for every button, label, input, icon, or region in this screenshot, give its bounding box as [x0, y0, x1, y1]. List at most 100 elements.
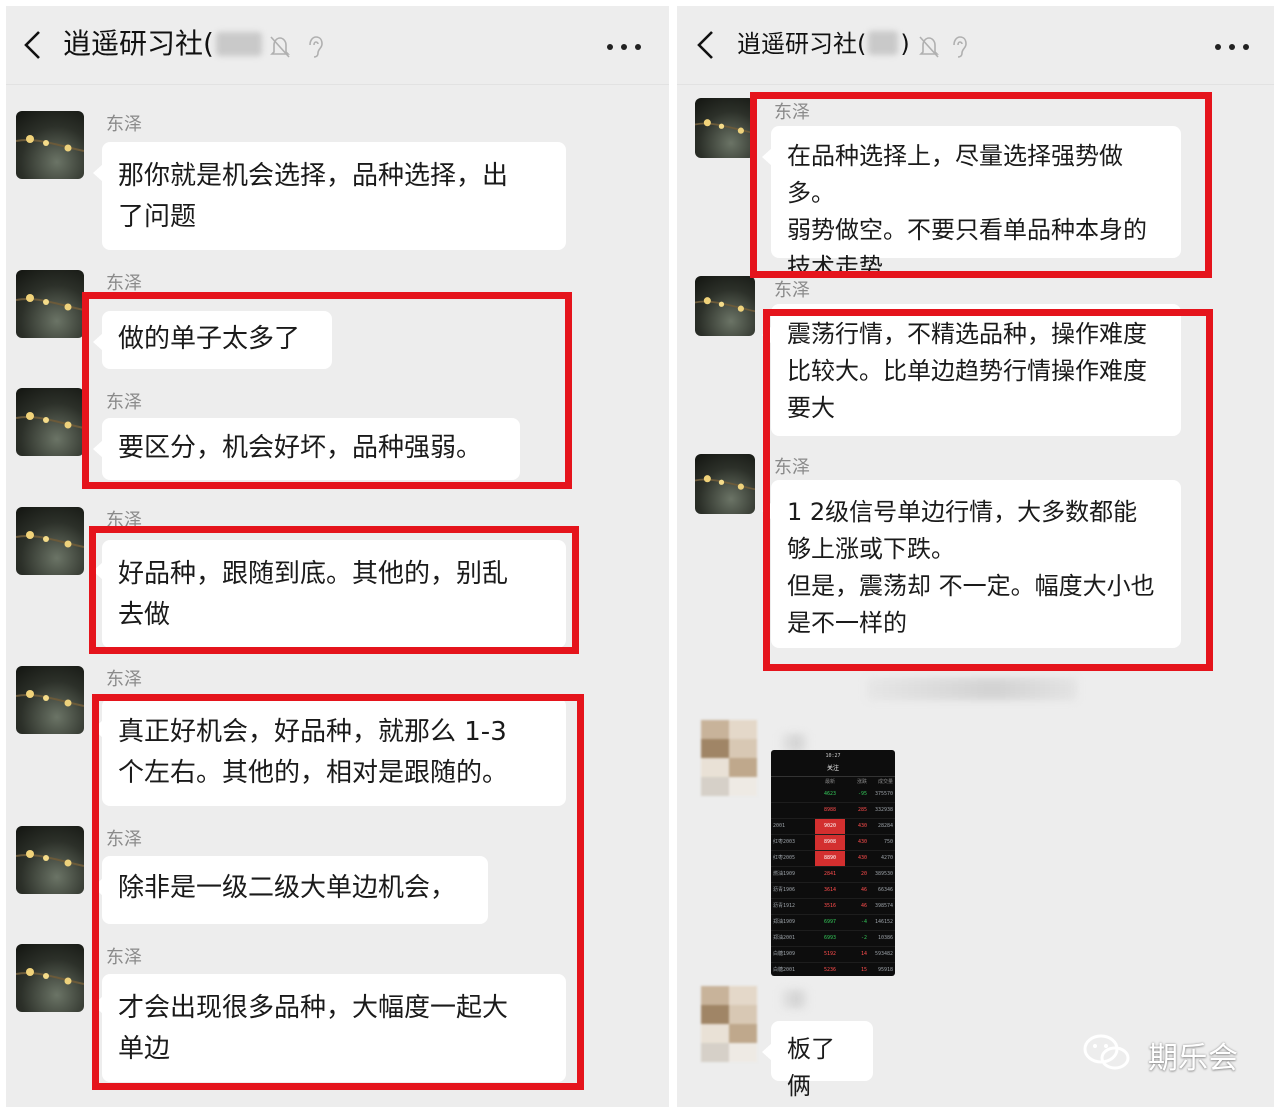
screenshot-title: 关注	[771, 762, 895, 777]
avatar-image	[695, 119, 755, 135]
message-bubble[interactable]: 那你就是机会选择，品种选择，出 了问题	[93, 142, 566, 250]
back-icon[interactable]	[693, 28, 719, 62]
quote-row: 沥青1906 3614 46 66346	[771, 883, 895, 899]
avatar[interactable]	[16, 826, 84, 894]
quote-last-price: 4623	[823, 791, 837, 797]
quote-row: 红枣2003 8908 430 750	[771, 835, 895, 851]
quote-change: -95	[857, 791, 867, 797]
quote-volume: 95918	[877, 967, 893, 973]
watermark-text: 期乐会	[1148, 1041, 1238, 1076]
quote-volume: 66346	[877, 887, 893, 893]
quote-volume: 146152	[874, 919, 893, 925]
quote-change: 46	[860, 887, 867, 893]
quote-row: 白糖1909 5192 14 593482	[771, 947, 895, 963]
quote-last-price: 2841	[823, 871, 837, 877]
avatar[interactable]	[695, 98, 755, 158]
quote-change: 430	[857, 855, 867, 861]
blurred-member-count	[868, 31, 899, 55]
quote-change: 430	[857, 839, 867, 845]
quote-change: 15	[860, 967, 867, 973]
quote-change: 46	[860, 903, 867, 909]
shared-screenshot-image[interactable]: 10:27 关注 最新 涨跌 成交量 4623 -95 375570 8988 285 3…	[771, 750, 895, 976]
column-header: 成交量	[877, 779, 893, 785]
column-header: 涨跌	[856, 779, 867, 785]
avatar[interactable]	[16, 111, 84, 179]
quote-last-price: 3614	[823, 887, 837, 893]
quote-row: 郑油1909 6997 -4 146152	[771, 915, 895, 931]
quote-volume: 389530	[874, 871, 893, 877]
avatar-image	[16, 968, 84, 985]
avatar[interactable]	[695, 454, 755, 514]
avatar[interactable]	[16, 270, 84, 338]
avatar[interactable]	[16, 666, 84, 734]
chat-header: 逍遥研习社()	[677, 6, 1274, 85]
quote-name: 郑油1909	[773, 919, 796, 925]
highlight-box	[92, 694, 584, 1090]
quote-name: 沥青1906	[773, 887, 796, 893]
quote-name: 2001	[773, 823, 786, 829]
avatar-image	[16, 135, 84, 152]
quote-volume: 10386	[877, 935, 893, 941]
mute-bell-icon	[270, 36, 290, 58]
quote-last-price: 3516	[823, 903, 837, 909]
quote-change: 430	[857, 823, 867, 829]
chat-title: 逍遥研习社()	[737, 24, 910, 64]
quote-last-price: 8908	[815, 835, 845, 850]
quote-change: -4	[860, 919, 867, 925]
quote-row: 4623 -95 375570	[771, 787, 895, 803]
more-dots-icon[interactable]	[606, 43, 642, 51]
column-header	[771, 777, 815, 787]
quote-volume: 398574	[874, 903, 893, 909]
chat-title-text: 逍遥研习社(	[737, 30, 867, 58]
avatar[interactable]	[16, 944, 84, 1012]
highlight-box	[750, 92, 1212, 278]
back-icon[interactable]	[20, 28, 46, 62]
quote-row: 燃油1909 2841 20 389530	[771, 867, 895, 883]
avatar[interactable]	[16, 507, 84, 575]
chat-title-text: 逍遥研习社(	[63, 27, 214, 60]
blurred-system-message	[867, 678, 1077, 700]
quote-name: 红枣2003	[773, 839, 796, 845]
quote-change: 285	[857, 807, 867, 813]
quote-volume: 28284	[877, 823, 893, 829]
quote-change: 14	[860, 951, 867, 957]
quote-name	[771, 787, 815, 802]
avatar-image	[16, 850, 84, 867]
ear-icon	[953, 36, 967, 58]
quote-volume: 593482	[874, 951, 893, 957]
quote-name: 白糖2001	[773, 967, 796, 973]
quote-row: 白糖2001 5236 15 95918	[771, 963, 895, 976]
blurred-sender-name	[781, 990, 807, 1008]
quote-row: 2001 9020 430 28284	[771, 819, 895, 835]
avatar[interactable]	[695, 276, 755, 336]
quote-last-price: 5236	[823, 967, 837, 973]
screenshot-status-bar: 10:27	[825, 753, 841, 759]
column-header: 最新	[824, 779, 835, 785]
avatar-image	[16, 294, 84, 311]
chat-header: 逍遥研习社(	[6, 6, 669, 85]
ear-icon	[309, 36, 323, 58]
quote-row: 郑油2001 6993 -2 10386	[771, 931, 895, 947]
message-bubble[interactable]: 板了俩	[762, 1021, 873, 1100]
quote-name: 沥青1912	[773, 903, 796, 909]
quote-volume: 750	[883, 839, 893, 845]
quote-name: 燃油1909	[773, 871, 796, 877]
blurred-avatar[interactable]	[701, 720, 757, 796]
screenshot-column-headers: 最新 涨跌 成交量	[771, 777, 895, 787]
avatar-image	[16, 412, 84, 429]
avatar-image	[16, 531, 84, 548]
avatar-image	[16, 690, 84, 707]
quote-volume: 4270	[880, 855, 893, 861]
avatar[interactable]	[16, 388, 84, 456]
blurred-avatar[interactable]	[701, 986, 757, 1062]
quote-last-price: 8988	[823, 807, 837, 813]
highlight-box	[89, 526, 579, 654]
highlight-box	[763, 309, 1213, 671]
left-chat-panel: 逍遥研习社( 东泽 那你就是机会选择，品种选择，出 了问题 东泽 做的单子太多了…	[6, 6, 669, 1107]
quote-name: 红枣2005	[773, 855, 796, 861]
more-dots-icon[interactable]	[1214, 43, 1250, 51]
avatar-image	[695, 475, 755, 491]
quote-last-price: 9020	[815, 819, 845, 834]
quote-volume: 332938	[874, 807, 893, 813]
sender-name: 东泽	[106, 114, 142, 135]
